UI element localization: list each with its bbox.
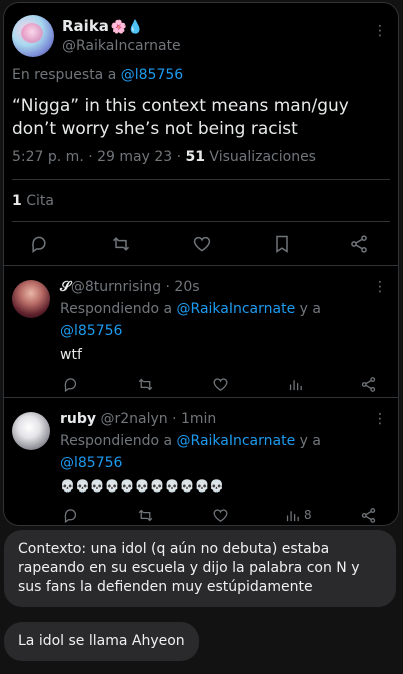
message-bubble[interactable]: La idol se llama Ahyeon	[4, 622, 199, 661]
avatar[interactable]	[12, 280, 50, 318]
avatar[interactable]	[12, 15, 54, 57]
reply-target-link[interactable]: @l85756	[121, 67, 183, 83]
reply-tweet[interactable]: ruby @r2nalyn · 1min ⋮ Respondiendo a @R…	[4, 398, 398, 525]
reply-tweet[interactable]: 𝒮@8turnrising · 20s ⋮ Respondiendo a @Ra…	[4, 266, 398, 398]
main-tweet: Raika 🌸💧 @RaikaIncarnate ⋮ En respuesta a…	[4, 3, 398, 266]
reply-actions	[4, 373, 398, 397]
replying-to: Respondiendo a @RaikaIncarnate y a	[60, 301, 321, 317]
reply-author[interactable]: 𝒮@8turnrising · 20s	[60, 279, 200, 295]
more-icon[interactable]: ⋮	[373, 23, 387, 39]
share-icon[interactable]	[357, 373, 379, 395]
tweet-meta: 5:27 p. m. · 29 may 23 · 51 Visualizacio…	[12, 149, 316, 165]
bookmark-icon[interactable]	[271, 233, 293, 255]
more-icon[interactable]: ⋮	[373, 279, 387, 295]
replying-to-cont: @l85756	[60, 455, 123, 471]
more-icon[interactable]: ⋮	[373, 411, 387, 427]
reply-context: En respuesta a @l85756	[12, 67, 184, 83]
author-handle[interactable]: @RaikaIncarnate	[62, 38, 181, 54]
views-icon	[286, 510, 299, 521]
divider	[12, 179, 390, 180]
like-icon[interactable]	[209, 504, 231, 525]
reply-icon[interactable]	[59, 373, 81, 395]
reply-icon[interactable]	[28, 233, 50, 255]
replying-to: Respondiendo a @RaikaIncarnate y a	[60, 433, 321, 449]
tweet-actions	[4, 233, 398, 257]
like-icon[interactable]	[209, 373, 231, 395]
share-icon[interactable]	[357, 504, 379, 525]
views-count: 51	[185, 149, 205, 165]
avatar[interactable]	[12, 412, 50, 450]
tweet-text: “Nigga” in this context means man/guy do…	[12, 96, 349, 139]
name-emoji: 🌸💧	[110, 20, 144, 35]
share-icon[interactable]	[348, 233, 370, 255]
reply-author[interactable]: ruby @r2nalyn · 1min	[60, 411, 216, 427]
retweet-icon[interactable]	[134, 373, 156, 395]
like-icon[interactable]	[191, 233, 213, 255]
views-icon[interactable]	[284, 373, 306, 395]
divider	[12, 221, 390, 222]
author-name[interactable]: Raika 🌸💧	[62, 17, 143, 35]
tweet-card: Raika 🌸💧 @RaikaIncarnate ⋮ En respuesta a…	[3, 2, 399, 526]
reply-actions: 8	[4, 504, 398, 525]
views-button[interactable]: 8	[284, 504, 320, 525]
replying-to-cont: @l85756	[60, 323, 123, 339]
reply-text: wtf	[60, 347, 82, 363]
retweet-icon[interactable]	[110, 233, 132, 255]
quotes-count[interactable]: 1 Cita	[12, 193, 54, 209]
views-count: 8	[304, 508, 312, 522]
retweet-icon[interactable]	[134, 504, 156, 525]
reply-icon[interactable]	[59, 504, 81, 525]
tweet-timestamp[interactable]: 5:27 p. m. · 29 may 23 ·	[12, 149, 186, 165]
message-bubble[interactable]: Contexto: una idol (q aún no debuta) est…	[4, 530, 396, 607]
skull-emoji-row: 💀💀💀💀💀💀💀💀💀💀💀	[60, 479, 225, 493]
